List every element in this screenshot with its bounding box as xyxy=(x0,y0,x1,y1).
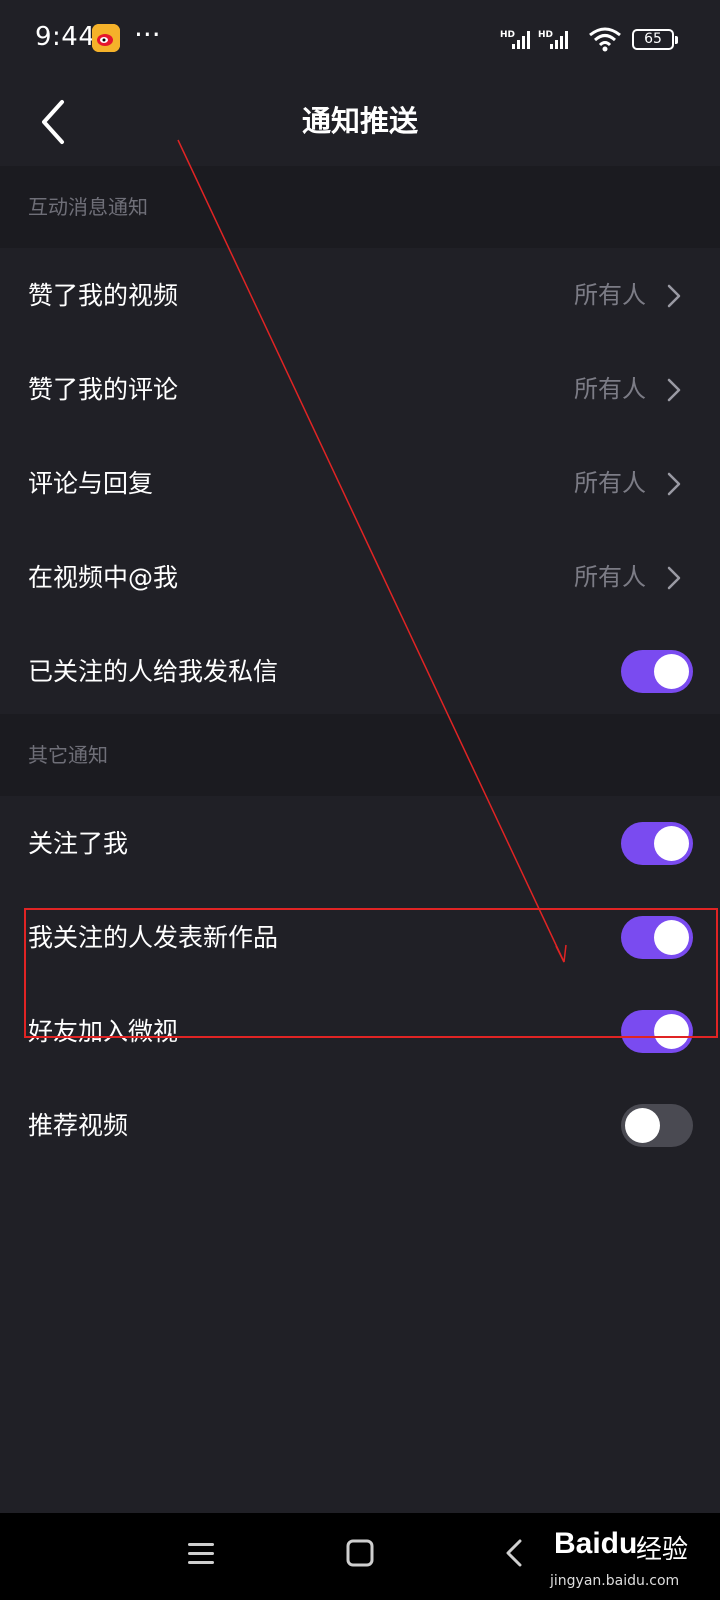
network-type-label: HD xyxy=(500,30,515,40)
setting-value: 所有人 xyxy=(574,281,646,309)
toggle-knob xyxy=(654,654,689,689)
battery-indicator: 65 xyxy=(632,29,678,50)
watermark-brand: Baidu xyxy=(554,1527,638,1560)
baidu-jingyan-watermark: Baidu 经验 jingyan.baidu.com xyxy=(550,1513,720,1600)
setting-label: 好友加入微视 xyxy=(28,1017,179,1046)
wifi-icon xyxy=(588,26,622,56)
setting-row-recommended-videos: 推荐视频 xyxy=(0,1078,720,1173)
toggle-switch-on[interactable] xyxy=(621,916,693,959)
status-bar: 9:44 ··· HD HD 65 xyxy=(0,0,720,80)
setting-row-following-new-work: 我关注的人发表新作品 xyxy=(0,890,720,985)
chevron-right-icon xyxy=(667,284,681,308)
back-nav-button[interactable] xyxy=(502,1533,526,1577)
signal-strength-icon: HD xyxy=(500,28,534,56)
toggle-knob xyxy=(625,1108,660,1143)
watermark-product: 经验 xyxy=(636,1535,689,1565)
setting-label: 已关注的人给我发私信 xyxy=(28,657,279,686)
toggle-switch-on[interactable] xyxy=(621,822,693,865)
setting-row-friend-joined: 好友加入微视 xyxy=(0,984,720,1079)
notification-settings-page: 9:44 ··· HD HD 65 通知推送 互动消息通知 赞了我的视频 所有人… xyxy=(0,0,720,1600)
network-type-label: HD xyxy=(538,30,553,40)
toggle-knob xyxy=(654,1014,689,1049)
page-title: 通知推送 xyxy=(301,104,418,138)
menu-icon xyxy=(188,1543,214,1564)
chevron-right-icon xyxy=(667,472,681,496)
setting-value: 所有人 xyxy=(574,469,646,497)
toggle-knob xyxy=(654,826,689,861)
toggle-switch-off[interactable] xyxy=(621,1104,693,1147)
setting-label: 我关注的人发表新作品 xyxy=(28,923,279,952)
setting-label: 关注了我 xyxy=(28,829,129,858)
home-nav-button[interactable] xyxy=(344,1533,376,1577)
setting-row-followed-me: 关注了我 xyxy=(0,796,720,891)
setting-row-liked-video[interactable]: 赞了我的视频 所有人 xyxy=(0,248,720,343)
more-dots-icon: ··· xyxy=(134,18,161,51)
chevron-right-icon xyxy=(667,566,681,590)
setting-label: 赞了我的视频 xyxy=(28,281,179,310)
back-triangle-icon xyxy=(506,1539,522,1567)
setting-row-followed-private-message: 已关注的人给我发私信 xyxy=(0,624,720,719)
setting-value: 所有人 xyxy=(574,375,646,403)
setting-value: 所有人 xyxy=(574,563,646,591)
status-time: 9:44 xyxy=(35,22,96,52)
setting-row-liked-comment[interactable]: 赞了我的评论 所有人 xyxy=(0,342,720,437)
section-header-other: 其它通知 xyxy=(0,714,720,796)
setting-label: 在视频中@我 xyxy=(28,563,179,592)
home-square-icon xyxy=(346,1539,374,1567)
setting-label: 赞了我的评论 xyxy=(28,375,179,404)
setting-label: 评论与回复 xyxy=(28,469,154,498)
toggle-switch-on[interactable] xyxy=(621,650,693,693)
signal-strength-icon: HD xyxy=(538,28,572,56)
weibo-app-icon xyxy=(92,24,120,52)
toggle-knob xyxy=(654,920,689,955)
top-navigation-bar: 通知推送 xyxy=(0,80,720,166)
watermark-url: jingyan.baidu.com xyxy=(550,1573,680,1589)
chevron-right-icon xyxy=(667,378,681,402)
setting-label: 推荐视频 xyxy=(28,1111,129,1140)
setting-row-mentioned-in-video[interactable]: 在视频中@我 所有人 xyxy=(0,530,720,625)
menu-nav-button[interactable] xyxy=(186,1533,216,1577)
section-header-interaction: 互动消息通知 xyxy=(0,166,720,248)
toggle-switch-on[interactable] xyxy=(621,1010,693,1053)
setting-row-comments-replies[interactable]: 评论与回复 所有人 xyxy=(0,436,720,531)
